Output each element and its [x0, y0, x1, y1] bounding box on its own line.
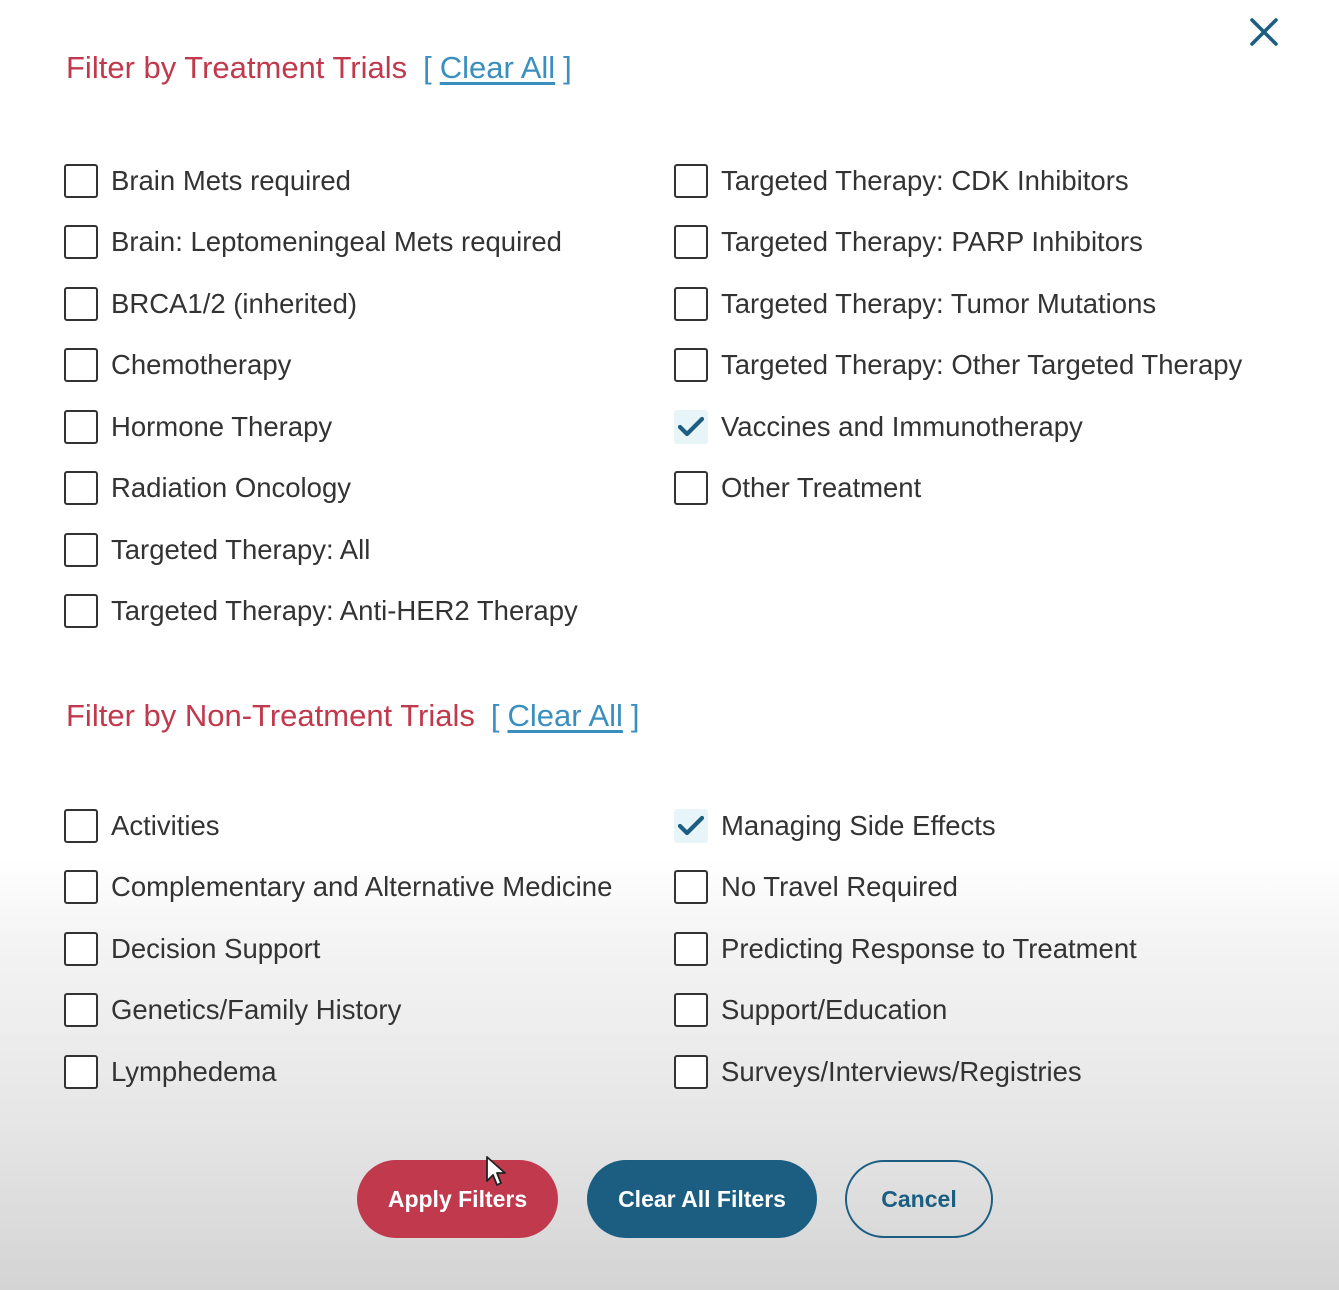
- checkbox-checked[interactable]: [674, 808, 708, 843]
- checkbox-label: Targeted Therapy: CDK Inhibitors: [721, 164, 1129, 196]
- checkbox-option[interactable]: Other Treatment: [674, 458, 1242, 520]
- checkbox-label: Decision Support: [111, 932, 321, 964]
- treatment-left-column: Brain Mets required Brain: Leptomeningeal…: [64, 150, 578, 642]
- checkbox[interactable]: [674, 225, 708, 260]
- checkbox[interactable]: [64, 594, 98, 629]
- mouse-cursor-icon: [486, 1156, 506, 1186]
- close-button[interactable]: [1242, 10, 1286, 54]
- checkbox-label: Support/Education: [721, 994, 948, 1026]
- checkbox-label: Targeted Therapy: PARP Inhibitors: [721, 226, 1143, 258]
- checkbox[interactable]: [64, 409, 98, 444]
- checkbox-label: Targeted Therapy: Tumor Mutations: [721, 287, 1157, 319]
- checkbox[interactable]: [64, 532, 98, 567]
- checkbox-label: Radiation Oncology: [111, 472, 352, 504]
- non-treatment-left-column: Activities Complementary and Alternative …: [64, 795, 612, 1103]
- checkmark-icon: [677, 815, 705, 835]
- non-treatment-header: Filter by Non-Treatment Trials [ Clear A…: [66, 698, 640, 734]
- checkbox-label: Complementary and Alternative Medicine: [111, 871, 613, 903]
- checkbox-checked[interactable]: [674, 409, 708, 444]
- treatment-right-column: Targeted Therapy: CDK Inhibitors Targeted…: [674, 150, 1242, 519]
- checkbox-option[interactable]: Chemotherapy: [64, 335, 578, 397]
- checkbox-option[interactable]: Hormone Therapy: [64, 396, 578, 458]
- non-treatment-clear-all-link[interactable]: Clear All: [507, 698, 622, 734]
- checkbox-label: Brain Mets required: [111, 164, 351, 196]
- checkbox-label: Genetics/Family History: [111, 994, 402, 1026]
- checkbox[interactable]: [64, 225, 98, 260]
- bracket-close: ]: [630, 698, 640, 733]
- checkbox-option[interactable]: Managing Side Effects: [674, 795, 1137, 857]
- checkbox[interactable]: [674, 870, 708, 905]
- checkbox-option[interactable]: Targeted Therapy: PARP Inhibitors: [674, 212, 1242, 274]
- checkbox[interactable]: [674, 471, 708, 506]
- checkbox[interactable]: [64, 471, 98, 506]
- checkbox-option[interactable]: Targeted Therapy: All: [64, 519, 578, 581]
- checkbox-label: No Travel Required: [721, 871, 958, 903]
- non-treatment-right-column: Managing Side Effects No Travel Required P…: [674, 795, 1137, 1103]
- checkbox-option[interactable]: Genetics/Family History: [64, 980, 612, 1042]
- checkbox-label: Other Treatment: [721, 472, 922, 504]
- checkbox-label: Hormone Therapy: [111, 410, 333, 442]
- checkbox-option[interactable]: Targeted Therapy: Anti-HER2 Therapy: [64, 581, 578, 643]
- checkbox[interactable]: [64, 870, 98, 905]
- checkbox-option[interactable]: No Travel Required: [674, 857, 1137, 919]
- close-icon: [1250, 18, 1278, 46]
- checkbox[interactable]: [674, 163, 708, 198]
- checkbox-option[interactable]: Radiation Oncology: [64, 458, 578, 520]
- treatment-clear-all-link[interactable]: Clear All: [440, 50, 555, 86]
- cancel-button[interactable]: Cancel: [845, 1160, 993, 1238]
- bracket-open: [: [423, 50, 432, 85]
- treatment-header: Filter by Treatment Trials [ Clear All ]: [66, 50, 572, 86]
- checkbox-option[interactable]: Targeted Therapy: Tumor Mutations: [674, 273, 1242, 335]
- checkbox-label: Lymphedema: [111, 1055, 277, 1087]
- checkbox[interactable]: [674, 993, 708, 1028]
- checkbox[interactable]: [64, 286, 98, 321]
- checkbox-option[interactable]: Brain: Leptomeningeal Mets required: [64, 212, 578, 274]
- checkbox-option[interactable]: Brain Mets required: [64, 150, 578, 212]
- checkbox-option[interactable]: Predicting Response to Treatment: [674, 918, 1137, 980]
- checkbox[interactable]: [64, 993, 98, 1028]
- checkbox-label: Surveys/Interviews/Registries: [721, 1055, 1082, 1087]
- filter-dialog: Filter by Treatment Trials [ Clear All ]…: [0, 0, 1339, 1290]
- checkbox-label: Targeted Therapy: All: [111, 533, 371, 565]
- clear-all-filters-button[interactable]: Clear All Filters: [587, 1160, 817, 1238]
- checkbox-option[interactable]: Targeted Therapy: CDK Inhibitors: [674, 150, 1242, 212]
- checkbox-option[interactable]: Surveys/Interviews/Registries: [674, 1041, 1137, 1103]
- checkbox[interactable]: [64, 348, 98, 383]
- checkbox-option[interactable]: Activities: [64, 795, 612, 857]
- checkbox[interactable]: [674, 286, 708, 321]
- checkmark-icon: [677, 416, 705, 436]
- checkbox-label: Targeted Therapy: Other Targeted Therapy: [721, 349, 1243, 381]
- non-treatment-title: Filter by Non-Treatment Trials: [66, 698, 475, 733]
- checkbox-option[interactable]: Support/Education: [674, 980, 1137, 1042]
- checkbox[interactable]: [64, 808, 98, 843]
- checkbox[interactable]: [674, 348, 708, 383]
- checkbox-option[interactable]: Vaccines and Immunotherapy: [674, 396, 1242, 458]
- checkbox-label: Brain: Leptomeningeal Mets required: [111, 226, 562, 258]
- checkbox-label: Targeted Therapy: Anti-HER2 Therapy: [111, 595, 578, 627]
- checkbox[interactable]: [674, 931, 708, 966]
- checkbox[interactable]: [674, 1054, 708, 1089]
- checkbox-option[interactable]: BRCA1/2 (inherited): [64, 273, 578, 335]
- checkbox-option[interactable]: Lymphedema: [64, 1041, 612, 1103]
- dialog-footer: Apply Filters Clear All Filters Cancel: [0, 1160, 1339, 1238]
- treatment-title: Filter by Treatment Trials: [66, 50, 408, 85]
- checkbox-option[interactable]: Complementary and Alternative Medicine: [64, 857, 612, 919]
- checkbox-option[interactable]: Targeted Therapy: Other Targeted Therapy: [674, 335, 1242, 397]
- checkbox-label: Vaccines and Immunotherapy: [721, 410, 1083, 442]
- checkbox-option[interactable]: Decision Support: [64, 918, 612, 980]
- checkbox-label: Managing Side Effects: [721, 809, 996, 841]
- checkbox[interactable]: [64, 1054, 98, 1089]
- checkbox-label: BRCA1/2 (inherited): [111, 287, 358, 319]
- apply-filters-button[interactable]: Apply Filters: [357, 1160, 558, 1238]
- checkbox[interactable]: [64, 931, 98, 966]
- checkbox-label: Predicting Response to Treatment: [721, 932, 1137, 964]
- checkbox[interactable]: [64, 163, 98, 198]
- bracket-open: [: [490, 698, 500, 733]
- checkbox-label: Chemotherapy: [111, 349, 292, 381]
- checkbox-label: Activities: [111, 809, 220, 841]
- bracket-close: ]: [563, 50, 572, 85]
